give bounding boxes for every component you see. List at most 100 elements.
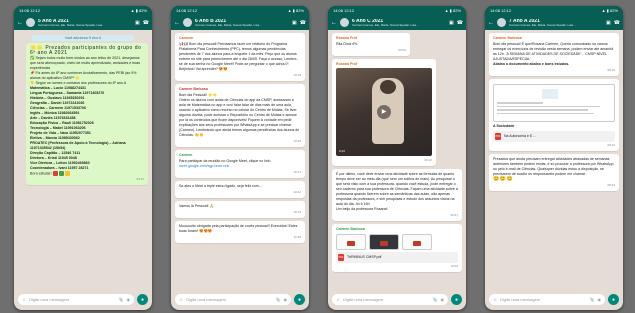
phone-icon[interactable]: ☎ [457,20,463,26]
chat-header-text[interactable]: 7 Ano A 2021 Carmen Gomes, Ele, Maria, S… [509,19,603,27]
chat-header-text[interactable]: 5 Ano A 2021 Carmen Gomes, Ele, Maria, S… [38,19,132,27]
message-line: 📢📢 Bom dia pessoal! Precisamos fazer um … [179,42,298,66]
chat-header: ← 6 Ano C 2021 Carmen Gomes, Ele, Maria,… [328,15,466,30]
status-icons: ▲ ▮ 82% [130,8,147,13]
camera-icon[interactable]: ◉ [598,297,602,302]
message-input[interactable]: ☺ Digite uma mensagem 📎 ◉ [175,294,291,305]
status-bar: 14:08 12:12 ▲ ▮ 82% [485,6,623,15]
group-members: Carmen Gomes, Ele, Maria, Sousa Spadar, … [509,22,576,27]
image-thumbnails [336,234,458,250]
group-members: Carmen Gomes, Ele, Maria, Sousa Spadar, … [38,22,105,27]
chat-area: Você adicionou 5 Ano A 🌟🌟 Prezados parti… [14,30,152,289]
message-time: 10:02 [450,264,458,268]
message-bubble[interactable]: Vamos lá Pessoal! 🙏 10:44 [175,201,305,218]
message-bubble[interactable]: Carmen Para participar da reunião no Goo… [175,150,305,178]
message-input[interactable]: ☺ Digite uma mensagem 📎 ◉ [18,294,134,305]
sender-name: Carmen [179,153,193,157]
message-time: 11:20 [293,235,301,239]
emoji-stickers [52,171,70,176]
mic-icon[interactable]: ● [137,294,148,305]
video-call-icon[interactable]: ▣ [135,20,140,26]
document-seal [542,89,558,99]
message-time: 09:10 [424,158,432,162]
message-time: 08:16 [607,68,615,72]
back-arrow-icon[interactable]: ← [174,20,180,26]
back-arrow-icon[interactable]: ← [331,20,337,26]
pdf-icon: PDF [495,133,501,140]
video-call-icon[interactable]: ▣ [292,20,297,26]
group-avatar[interactable] [340,18,349,27]
chat-header: ← 6 Ano B 2021 Carmen Gomes, Ele, Maria,… [171,15,309,30]
phone-icon[interactable]: ☎ [300,20,306,26]
status-bar: 14:08 12:12 ▲ ▮ 82% [14,6,152,15]
message-bubble[interactable]: Carmen Barbosa Bom dia Pessoal! 🌟🌟 Ontem… [175,84,305,147]
image-thumbnail[interactable] [336,234,366,250]
status-time: 14:08 12:12 [490,8,512,13]
file-message[interactable]: Carmen Barbosa PDF TéRMINUS CMSP.pdf 10:… [332,224,462,272]
status-time: 14:08 12:12 [176,8,198,13]
mic-icon[interactable]: ● [451,294,462,305]
message-bubble[interactable]: Rosana Prof Rita Diniz 6ºc 09:02 [332,33,410,56]
video-call-icon[interactable]: ▣ [449,20,454,26]
message-bubble[interactable]: Carmem 📢📢 Bom dia pessoal! Precisamos fa… [175,33,305,81]
document-message[interactable]: A Sociedade PDF Na Autonomia e E… 08:16 [489,79,619,151]
phone-icon[interactable]: ☎ [143,20,149,26]
video-message[interactable]: Rosana Prof ▶ 0:13 09:10 [332,59,436,166]
input-placeholder: Digite uma mensagem [29,297,70,302]
back-arrow-icon[interactable]: ← [17,20,23,26]
status-time: 14:08 12:12 [333,8,355,13]
group-avatar[interactable] [26,18,35,27]
chat-header-text[interactable]: 6 Ano B 2021 Carmen Gomes, Ele, Maria, S… [195,19,289,27]
image-thumbnail[interactable] [369,234,399,250]
message-bubble[interactable]: Muuuuuito obrigada pela participação de … [175,221,305,243]
sender-name: Carmen Barbosa [179,87,208,91]
message-input[interactable]: ☺ Digite uma mensagem 📎 ◉ [489,294,605,305]
group-members: Carmen Gomes, Ele, Maria, Sousa Spadar, … [195,22,262,27]
message-input[interactable]: ☺ Digite uma mensagem 📎 ◉ [332,294,448,305]
message-time: 10:27 [293,170,301,174]
phone-icon[interactable]: ☎ [614,20,620,26]
emoji-icon[interactable]: ☺ [179,297,183,302]
group-avatar[interactable] [497,18,506,27]
pdf-attachment[interactable]: PDF Na Autonomia e E… [493,131,615,142]
chat-header: ← 7 Ano A 2021 Carmen Gomes, Ele, Maria,… [485,15,623,30]
chat-header-text[interactable]: 6 Ano C 2021 Carmen Gomes, Ele, Maria, S… [352,19,446,27]
message-bubble[interactable]: Carmen Barbosa Bom dia pessoal! É que/Ro… [489,33,619,76]
camera-icon[interactable]: ◉ [284,297,288,302]
camera-icon[interactable]: ◉ [441,297,445,302]
attach-icon[interactable]: 📎 [590,297,595,302]
message-input-bar: ☺ Digite uma mensagem 📎 ◉ ● [14,289,152,310]
play-icon[interactable]: ▶ [377,105,391,119]
image-thumbnail[interactable] [402,234,432,250]
group-avatar[interactable] [183,18,192,27]
attach-icon[interactable]: 📎 [433,297,438,302]
emoji-icon[interactable]: ☺ [22,297,26,302]
message-bubble[interactable]: Sa ales o Meet a triple estou ligado, se… [175,181,305,198]
message-bubble[interactable]: 🌟🌟 Prezados participantes do grupo do 6º… [26,43,148,186]
file-name: TéRMINUS CMSP.pdf [347,255,382,259]
message-time: 09:47 [450,213,458,217]
message-time: 10:44 [293,210,301,214]
attach-icon[interactable]: 📎 [119,297,124,302]
meet-link[interactable]: meet.google.com/xgp-hnxe-nnk [179,164,301,169]
status-icons: ▲ ▮ 82% [444,8,461,13]
document-preview[interactable] [493,84,615,122]
message-time: 08:16 [607,143,615,147]
video-call-icon[interactable]: ▣ [606,20,611,26]
emoji-icon[interactable]: ☺ [493,297,497,302]
camera-icon[interactable]: ◉ [127,297,131,302]
message-bubble[interactable]: Prezados que ainda precisam entregar ati… [489,154,619,191]
message-line: Bom dia pessoal! É que/Rosana Carmen, Qu… [493,42,614,61]
status-icons: ▲ ▮ 82% [601,8,618,13]
mic-icon[interactable]: ● [294,294,305,305]
pdf-attachment[interactable]: PDF TéRMINUS CMSP.pdf [336,252,458,263]
video-thumbnail[interactable]: ▶ 0:13 [336,68,432,156]
phone-screenshot-7-ano-a: 14:08 12:12 ▲ ▮ 82% ← 7 Ano A 2021 Carme… [485,6,623,310]
message-line: Ontem os alunos com aulas de Ciências do… [179,98,300,137]
message-bubble[interactable]: E por último, você deve enviar uma ativi… [332,169,462,221]
attach-icon[interactable]: 📎 [276,297,281,302]
mic-icon[interactable]: ● [608,294,619,305]
group-members: Carmen Gomes, Ele, Maria, Sousa Spadar, … [352,22,419,27]
back-arrow-icon[interactable]: ← [488,20,494,26]
emoji-icon[interactable]: ☺ [336,297,340,302]
